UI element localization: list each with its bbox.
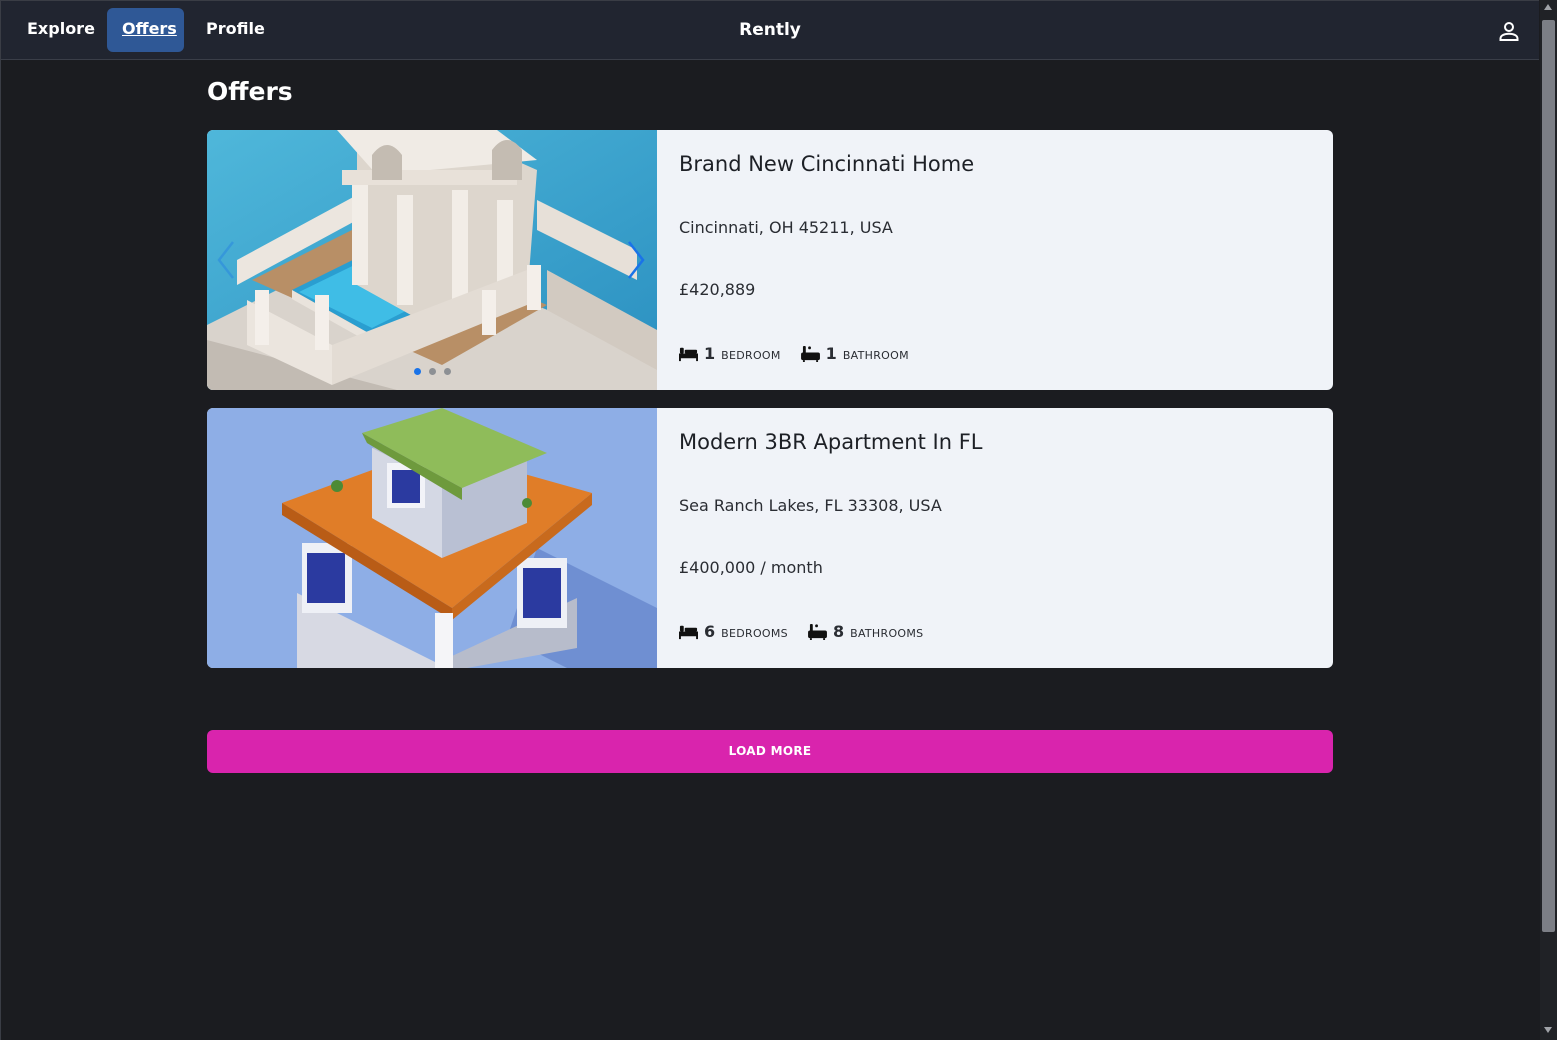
listing-price: £420,889 — [679, 280, 756, 299]
listing-details: Brand New Cincinnati Home Cincinnati, OH… — [657, 130, 1333, 390]
listing-price: £400,000 / month — [679, 558, 823, 577]
bathrooms-count: 1 — [825, 344, 837, 363]
nav-offers[interactable]: Offers — [107, 8, 184, 52]
nav-profile[interactable]: Profile — [191, 8, 280, 52]
listing-title[interactable]: Brand New Cincinnati Home — [679, 152, 974, 176]
listing-title[interactable]: Modern 3BR Apartment In FL — [679, 430, 983, 454]
bedrooms-count: 1 — [704, 344, 716, 363]
brand-title[interactable]: Rently — [739, 20, 801, 40]
carousel-next-icon[interactable] — [623, 238, 649, 282]
bathrooms-spec: 8 Bathrooms — [808, 622, 923, 641]
bedrooms-count: 6 — [704, 622, 716, 641]
top-navbar: Explore Offers Profile Rently — [1, 1, 1539, 60]
scroll-thumb[interactable] — [1542, 20, 1555, 932]
carousel-dot-3[interactable] — [444, 368, 451, 375]
bathtub-icon — [800, 345, 820, 362]
bedrooms-label: Bedroom — [721, 348, 781, 362]
scroll-up-arrow-icon[interactable] — [1544, 4, 1552, 10]
carousel-dot-1[interactable] — [414, 368, 421, 375]
bed-icon — [679, 347, 698, 362]
scroll-down-arrow-icon[interactable] — [1544, 1027, 1552, 1033]
carousel-prev-icon[interactable] — [213, 238, 239, 282]
listing-details: Modern 3BR Apartment In FL Sea Ranch Lak… — [657, 408, 1333, 668]
nav-explore[interactable]: Explore — [12, 8, 110, 52]
carousel-dots — [414, 368, 451, 375]
house-with-pool-image — [207, 130, 657, 390]
page-title: Offers — [207, 77, 293, 106]
bedrooms-spec: 1 Bedroom — [679, 344, 781, 363]
carousel-dot-2[interactable] — [429, 368, 436, 375]
house-with-pool-illustration — [207, 130, 657, 390]
bathrooms-count: 8 — [832, 622, 845, 641]
listing-address: Sea Ranch Lakes, FL 33308, USA — [679, 496, 942, 515]
listing-card[interactable]: Brand New Cincinnati Home Cincinnati, OH… — [207, 130, 1333, 390]
isometric-house-image — [207, 408, 657, 668]
bathtub-icon — [808, 623, 827, 640]
user-icon[interactable] — [1497, 19, 1521, 43]
isometric-house-illustration — [207, 408, 657, 668]
listing-specs: 1 Bedroom 1 Bathroom — [679, 344, 909, 363]
listing-address: Cincinnati, OH 45211, USA — [679, 218, 893, 237]
bathrooms-spec: 1 Bathroom — [800, 344, 909, 363]
bed-icon — [679, 625, 698, 640]
app-window: Explore Offers Profile Rently Offers Bra… — [0, 0, 1539, 1040]
bedrooms-label: Bedrooms — [721, 626, 788, 640]
page-scrollbar[interactable] — [1540, 0, 1557, 1040]
bathrooms-label: Bathroom — [842, 348, 909, 362]
listing-specs: 6 Bedrooms 8 Bathrooms — [679, 622, 923, 641]
load-more-button[interactable]: LOAD MORE — [207, 730, 1333, 773]
listing-card[interactable]: Modern 3BR Apartment In FL Sea Ranch Lak… — [207, 408, 1333, 668]
bedrooms-spec: 6 Bedrooms — [679, 622, 788, 641]
bathrooms-label: Bathrooms — [850, 626, 924, 640]
